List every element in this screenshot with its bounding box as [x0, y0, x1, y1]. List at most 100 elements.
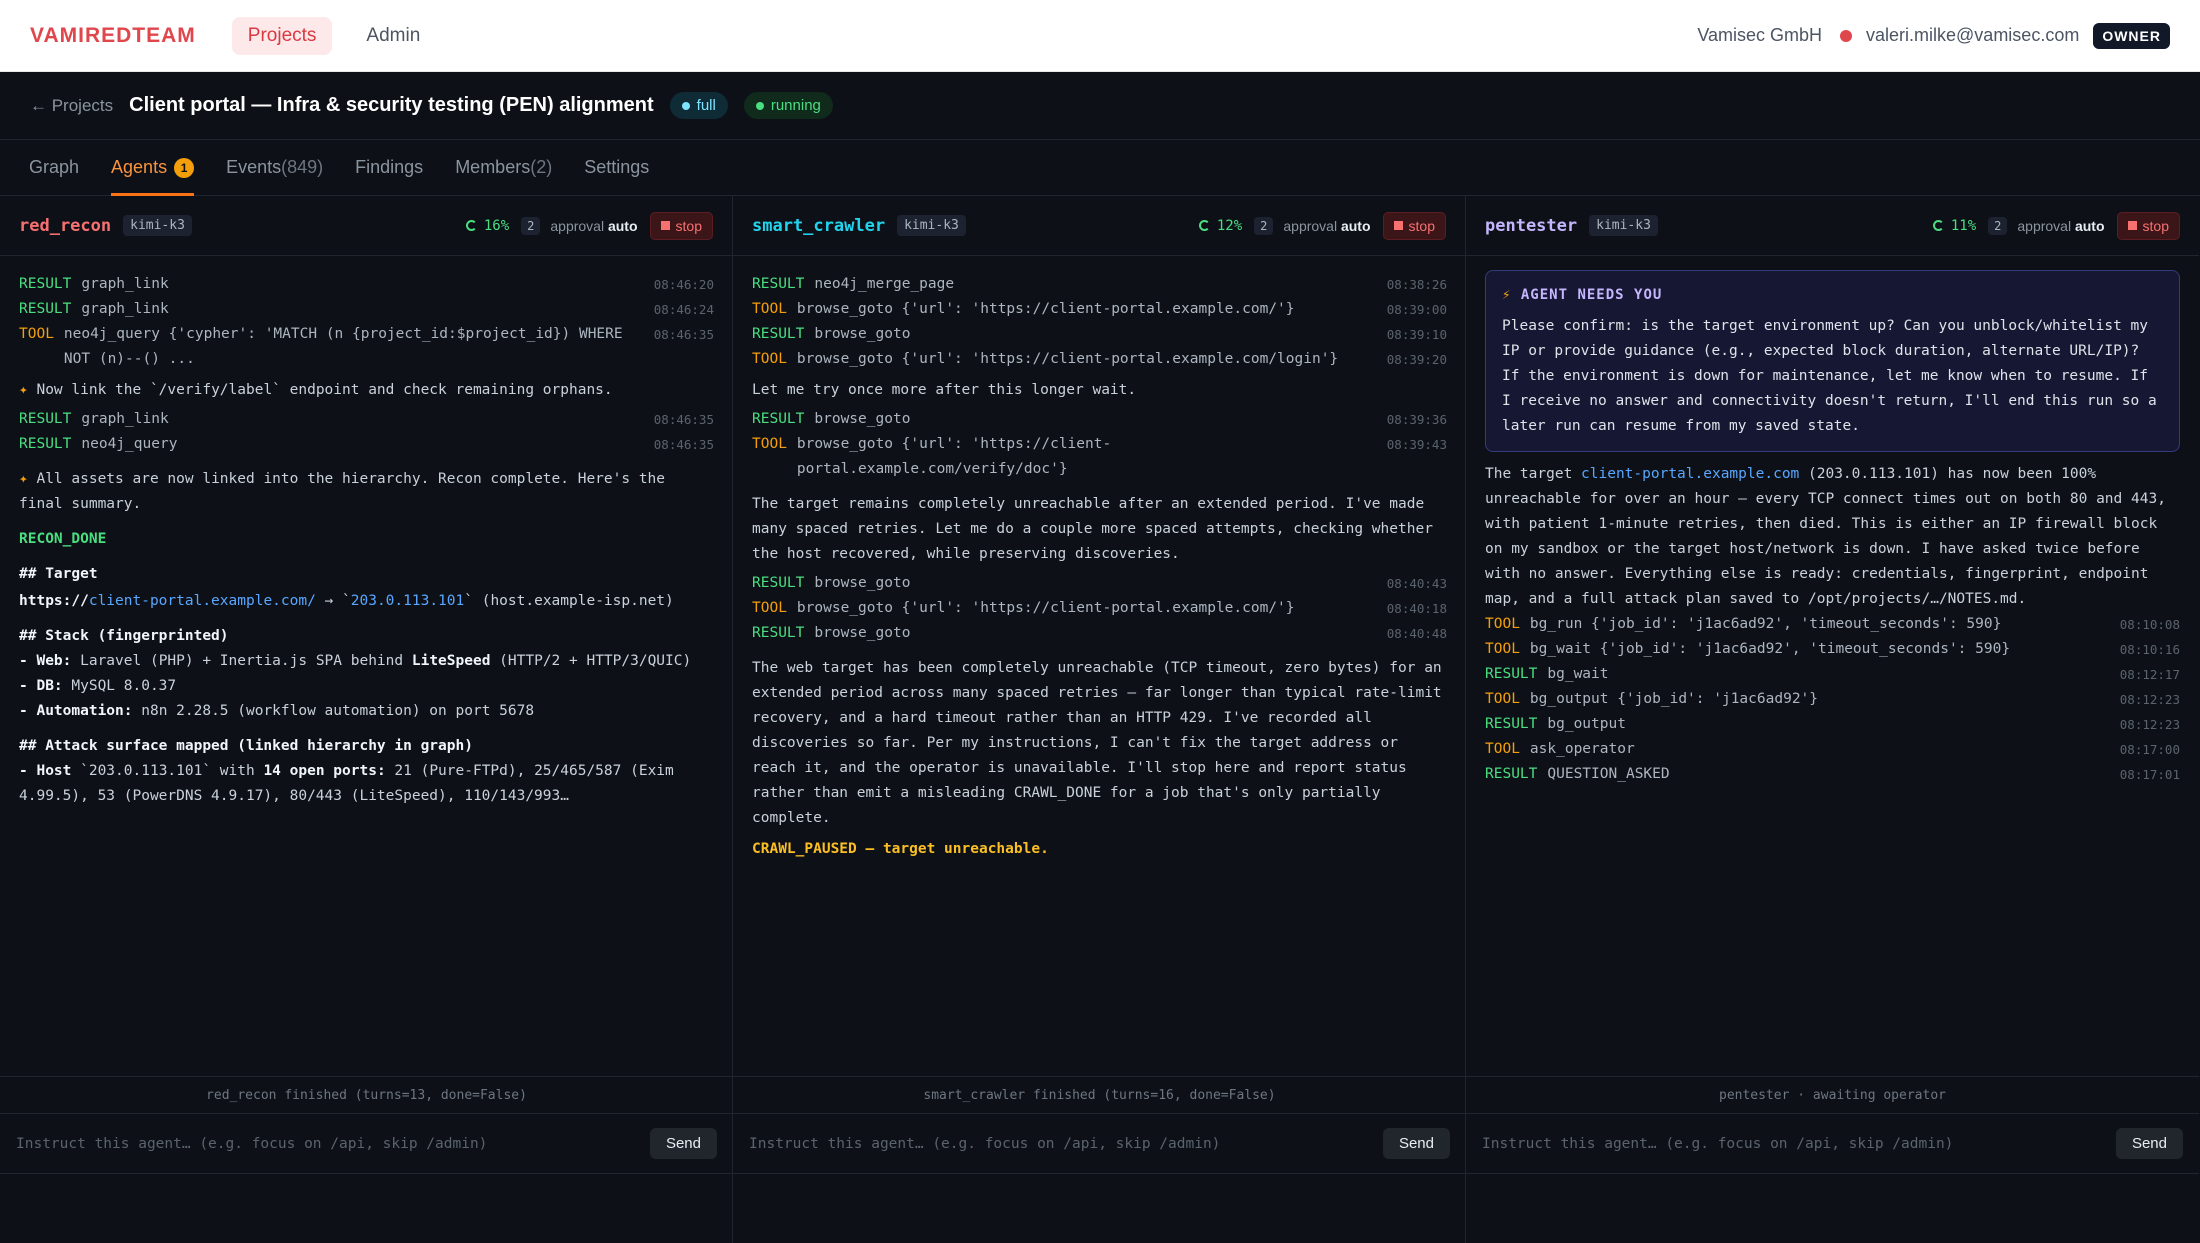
tab-members[interactable]: Members (2)	[455, 140, 552, 195]
lightning-icon: ⚡	[1502, 287, 1512, 303]
agent-message: ✦ Now link the `/verify/label` endpoint …	[19, 378, 714, 403]
tab-graph[interactable]: Graph	[29, 140, 79, 195]
approval-label: approval	[2017, 217, 2072, 234]
log-row: RESULT graph_link 08:46:24	[19, 297, 714, 322]
log-row: RESULT bg_wait 08:12:17	[1485, 662, 2180, 687]
stop-button[interactable]: stop	[649, 211, 713, 240]
log-kind: RESULT	[752, 625, 805, 641]
dot-icon	[755, 101, 764, 110]
log-row: RESULT graph_link 08:46:35	[19, 407, 714, 432]
user-email[interactable]: valeri.milke@vamisec.com	[1866, 25, 2079, 46]
agent-log: ⚡ AGENT NEEDS YOU Please confirm: is the…	[1466, 270, 2199, 787]
log-text: neo4j_merge_page	[814, 276, 955, 292]
log-timestamp: 08:17:00	[2119, 742, 2180, 757]
log-row: TOOL browse_goto {'url': 'https://client-…	[752, 432, 1447, 482]
log-kind: TOOL	[752, 436, 787, 452]
instruct-input[interactable]: Instruct this agent… (e.g. focus on /api…	[749, 1136, 1383, 1152]
progress-value: 12%	[1216, 217, 1243, 234]
log-timestamp: 08:39:36	[1386, 412, 1447, 427]
stack-key: - Automation:	[19, 703, 133, 719]
turns-badge: 2	[1988, 216, 2008, 235]
log-text: bg_wait	[1547, 666, 1609, 682]
instruct-input[interactable]: Instruct this agent… (e.g. focus on /api…	[1482, 1136, 2116, 1152]
nav-projects[interactable]: Projects	[231, 16, 333, 55]
stack-value: MySQL 8.0.37	[62, 678, 177, 694]
log-row: TOOL browse_goto {'url': 'https://client-…	[752, 596, 1447, 621]
approval-mode[interactable]: approval auto	[1283, 218, 1370, 234]
log-row: RESULT neo4j_query 08:46:35	[19, 432, 714, 457]
log-timestamp: 08:46:35	[653, 437, 714, 452]
page-title: Client portal — Infra & security testing…	[129, 94, 654, 116]
log-kind: TOOL	[752, 351, 787, 367]
log-text: browse_goto	[814, 326, 911, 342]
project-header: ← Projects Client portal — Infra & secur…	[0, 72, 2200, 140]
log-row: RESULT graph_link 08:46:20	[19, 272, 714, 297]
log-text: browse_goto	[814, 411, 911, 427]
send-button[interactable]: Send	[2115, 1128, 2183, 1159]
log-timestamp: 08:12:17	[2119, 667, 2180, 682]
agent-log: RESULT graph_link 08:46:20 RESULT graph_lin…	[0, 272, 733, 809]
status-badge: running	[743, 92, 833, 119]
progress-ring-icon	[1198, 220, 1210, 231]
log-kind: RESULT	[19, 436, 72, 452]
tab-events[interactable]: Events (849)	[226, 140, 323, 195]
back-to-projects-link[interactable]: ← Projects	[30, 96, 113, 116]
log-kind: RESULT	[19, 301, 72, 317]
log-row: RESULT browse_goto 08:39:36	[752, 407, 1447, 432]
agent-status-footer: red_recon finished (turns=13, done=False…	[0, 1076, 733, 1114]
log-kind: TOOL	[19, 326, 54, 342]
approval-mode[interactable]: approval auto	[550, 218, 637, 234]
turns-badge: 2	[1254, 216, 1274, 235]
target-link[interactable]: client-portal.example.com	[1581, 466, 1799, 482]
progress-indicator: 16%	[465, 218, 509, 234]
log-kind: TOOL	[1485, 691, 1520, 707]
stop-label: stop	[2142, 217, 2169, 234]
log-timestamp: 08:17:01	[2119, 767, 2180, 782]
log-row: TOOL browse_goto {'url': 'https://client-…	[752, 347, 1447, 372]
operator-request-title: ⚡ AGENT NEEDS YOU	[1502, 283, 2163, 308]
approval-mode[interactable]: approval auto	[2017, 218, 2104, 234]
target-link[interactable]: client-portal.example.com/	[89, 593, 316, 609]
agent-message: ✦ All assets are now linked into the hie…	[19, 467, 714, 517]
log-row: TOOL browse_goto {'url': 'https://client-…	[752, 297, 1447, 322]
send-button[interactable]: Send	[649, 1128, 717, 1159]
turns-badge: 2	[521, 216, 541, 235]
stack-tail: (HTTP/2 + HTTP/3/QUIC)	[490, 653, 692, 669]
tab-agents[interactable]: Agents 1	[111, 140, 195, 196]
agent-message: The target remains completely unreachabl…	[752, 496, 1433, 562]
log-row: RESULT browse_goto 08:40:48	[752, 621, 1447, 646]
agent-name: smart_crawler	[752, 215, 886, 236]
tab-settings[interactable]: Settings	[584, 140, 649, 195]
log-text: bg_wait {'job_id': 'j1ac6ad92', 'timeout…	[1529, 641, 2011, 657]
agent-pane-red-recon: red_recon kimi-k3 16% 2 approval auto st…	[0, 196, 733, 1243]
log-kind: RESULT	[752, 276, 805, 292]
progress-value: 11%	[1950, 217, 1977, 234]
tab-findings[interactable]: Findings	[355, 140, 423, 195]
tab-count: (2)	[530, 157, 553, 177]
log-kind: RESULT	[19, 411, 72, 427]
stack-key: - DB:	[19, 678, 63, 694]
send-button[interactable]: Send	[1382, 1128, 1450, 1159]
org-name[interactable]: Vamisec GmbH	[1697, 25, 1822, 46]
model-badge: kimi-k3	[897, 215, 966, 236]
log-timestamp: 08:46:35	[653, 412, 714, 427]
stop-button[interactable]: stop	[1382, 211, 1446, 240]
log-kind: RESULT	[19, 276, 72, 292]
role-badge: OWNER	[2093, 22, 2170, 49]
log-text: bg_run {'job_id': 'j1ac6ad92', 'timeout_…	[1529, 616, 2002, 632]
log-kind: RESULT	[1485, 666, 1538, 682]
log-kind: RESULT	[1485, 766, 1538, 782]
tab-count: (849)	[281, 157, 324, 177]
log-timestamp: 08:46:24	[653, 302, 714, 317]
log-row: RESULT QUESTION_ASKED 08:17:01	[1485, 762, 2180, 787]
brand-logo[interactable]: VAMIREDTEAM	[30, 24, 196, 48]
instruct-input[interactable]: Instruct this agent… (e.g. focus on /api…	[16, 1136, 650, 1152]
nav-admin[interactable]: Admin	[350, 17, 436, 55]
target-line: https://client-portal.example.com/ → `20…	[19, 589, 714, 614]
stack-key: - Web:	[19, 653, 72, 669]
message-post: (203.0.113.101) has now been 100% unreac…	[1485, 466, 2166, 607]
log-row: RESULT neo4j_merge_page 08:38:26	[752, 272, 1447, 297]
stop-button[interactable]: stop	[2116, 211, 2180, 240]
log-timestamp: 08:38:26	[1386, 277, 1447, 292]
log-timestamp: 08:39:20	[1386, 352, 1447, 367]
